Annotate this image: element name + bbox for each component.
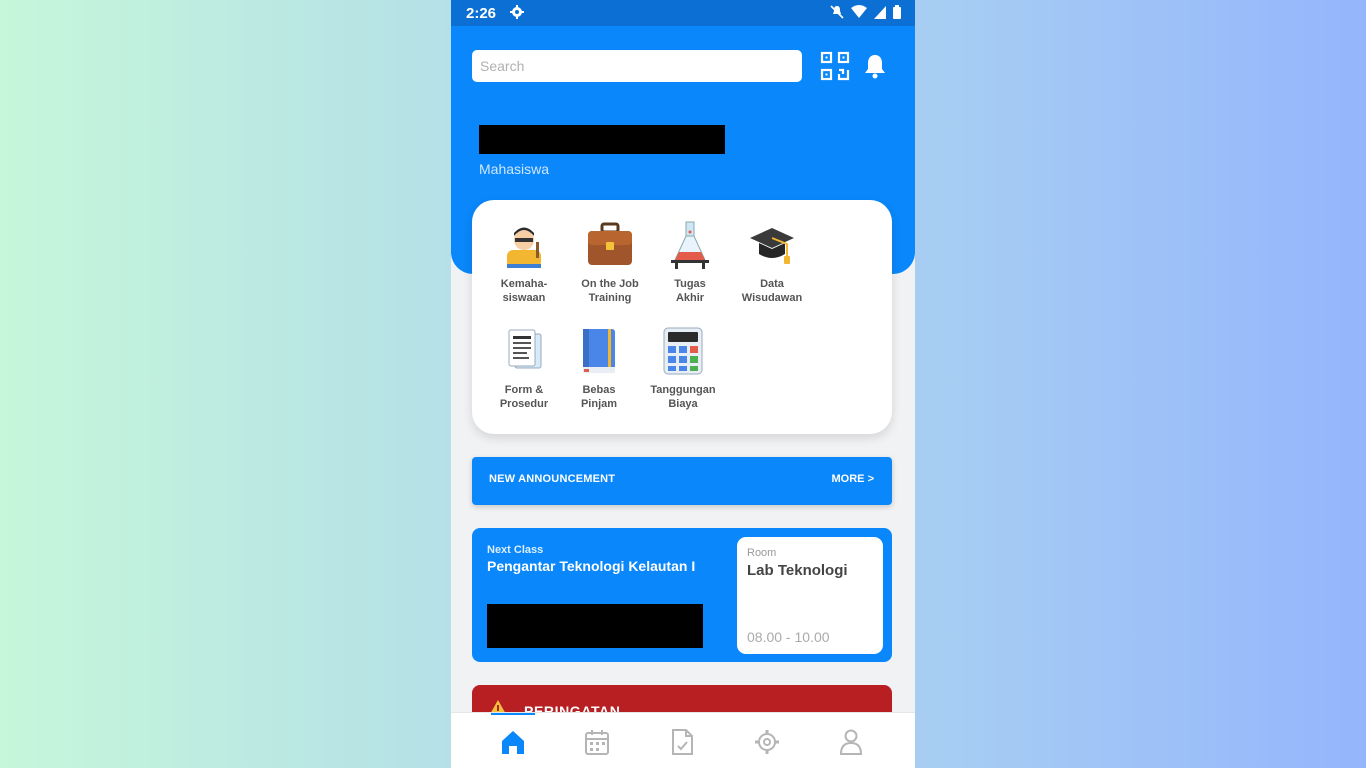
document-icon: [672, 729, 693, 755]
status-time: 2:26: [466, 5, 497, 22]
graduation-cap-icon: [750, 228, 794, 264]
bell-icon[interactable]: [863, 53, 887, 79]
menu-item-on-the-job-training[interactable]: On the Job Training: [565, 220, 655, 305]
wifi-icon: [851, 5, 867, 18]
menu-item-label: Kemaha-: [500, 278, 548, 290]
menu-item-label: Pinjam: [580, 398, 618, 410]
menu-item-label: Akhir: [675, 292, 705, 304]
menu-item-label: Tanggungan: [650, 384, 716, 396]
app-header: [451, 26, 915, 104]
menu-item-label: Training: [588, 292, 632, 304]
menu-item-label: Bebas: [582, 384, 616, 396]
battery-icon: [893, 5, 901, 19]
qr-code-scan-icon[interactable]: [819, 50, 851, 82]
nav-profile[interactable]: [838, 728, 864, 756]
menu-item-label: siswaan: [502, 292, 546, 304]
status-bar: 2:26: [451, 0, 915, 26]
nav-documents[interactable]: [669, 728, 695, 756]
nav-home[interactable]: [500, 728, 526, 756]
menu-item-label: Data: [760, 278, 784, 290]
settings-icon: [510, 5, 524, 19]
next-class-card[interactable]: Next Class Pengantar Teknologi Kelautan …: [472, 528, 892, 662]
menu-item-kemahasiswaan[interactable]: Kemaha- siswaan: [479, 220, 569, 305]
menu-item-tanggungan-biaya[interactable]: Tanggungan Biaya: [638, 326, 728, 411]
profile-icon: [839, 729, 863, 755]
menu-item-label: Wisudawan: [741, 292, 803, 304]
nav-schedule[interactable]: [584, 728, 610, 756]
menu-item-label: Tugas: [674, 278, 706, 290]
book-icon: [583, 329, 615, 373]
user-role: Mahasiswa: [479, 161, 550, 177]
phone-screen: 2:26 Search Mahasiswa Kemaha- siswaan On…: [451, 0, 915, 768]
student-icon: [507, 227, 541, 268]
mute-icon: [830, 5, 844, 19]
settings-cog-icon: [755, 730, 779, 754]
home-icon: [502, 731, 524, 754]
flask-icon: [671, 221, 709, 269]
nav-settings[interactable]: [754, 728, 780, 756]
signal-icon: [874, 5, 886, 19]
calculator-icon: [663, 327, 703, 375]
redacted-lecturer-info: [487, 604, 703, 648]
redacted-user-name: [479, 125, 725, 154]
new-announcement-bar[interactable]: NEW ANNOUNCEMENT MORE >: [472, 457, 892, 505]
bottom-navigation: [451, 712, 915, 768]
room-label: Room: [747, 547, 777, 559]
menu-item-bebas-pinjam[interactable]: Bebas Pinjam: [554, 326, 644, 411]
active-tab-indicator: [491, 713, 535, 715]
menu-item-tugas-akhir[interactable]: Tugas Akhir: [645, 220, 735, 305]
menu-grid: Kemaha- siswaan On the Job Training Tuga…: [472, 200, 892, 434]
calendar-icon: [585, 730, 609, 755]
room-name: Lab Teknologi: [747, 562, 848, 579]
search-input[interactable]: [472, 50, 802, 82]
menu-item-label: Biaya: [668, 398, 698, 410]
next-class-course: Pengantar Teknologi Kelautan I: [487, 558, 696, 574]
announcement-title: NEW ANNOUNCEMENT: [489, 473, 616, 485]
menu-item-label: On the Job: [581, 278, 639, 290]
room-info-box: Room Lab Teknologi 08.00 - 10.00: [737, 537, 883, 654]
class-time: 08.00 - 10.00: [747, 629, 830, 645]
briefcase-icon: [588, 222, 632, 265]
menu-item-data-wisudawan[interactable]: Data Wisudawan: [727, 220, 817, 305]
more-link[interactable]: MORE >: [832, 473, 874, 485]
next-class-label: Next Class: [487, 544, 544, 556]
documents-icon: [508, 329, 542, 369]
